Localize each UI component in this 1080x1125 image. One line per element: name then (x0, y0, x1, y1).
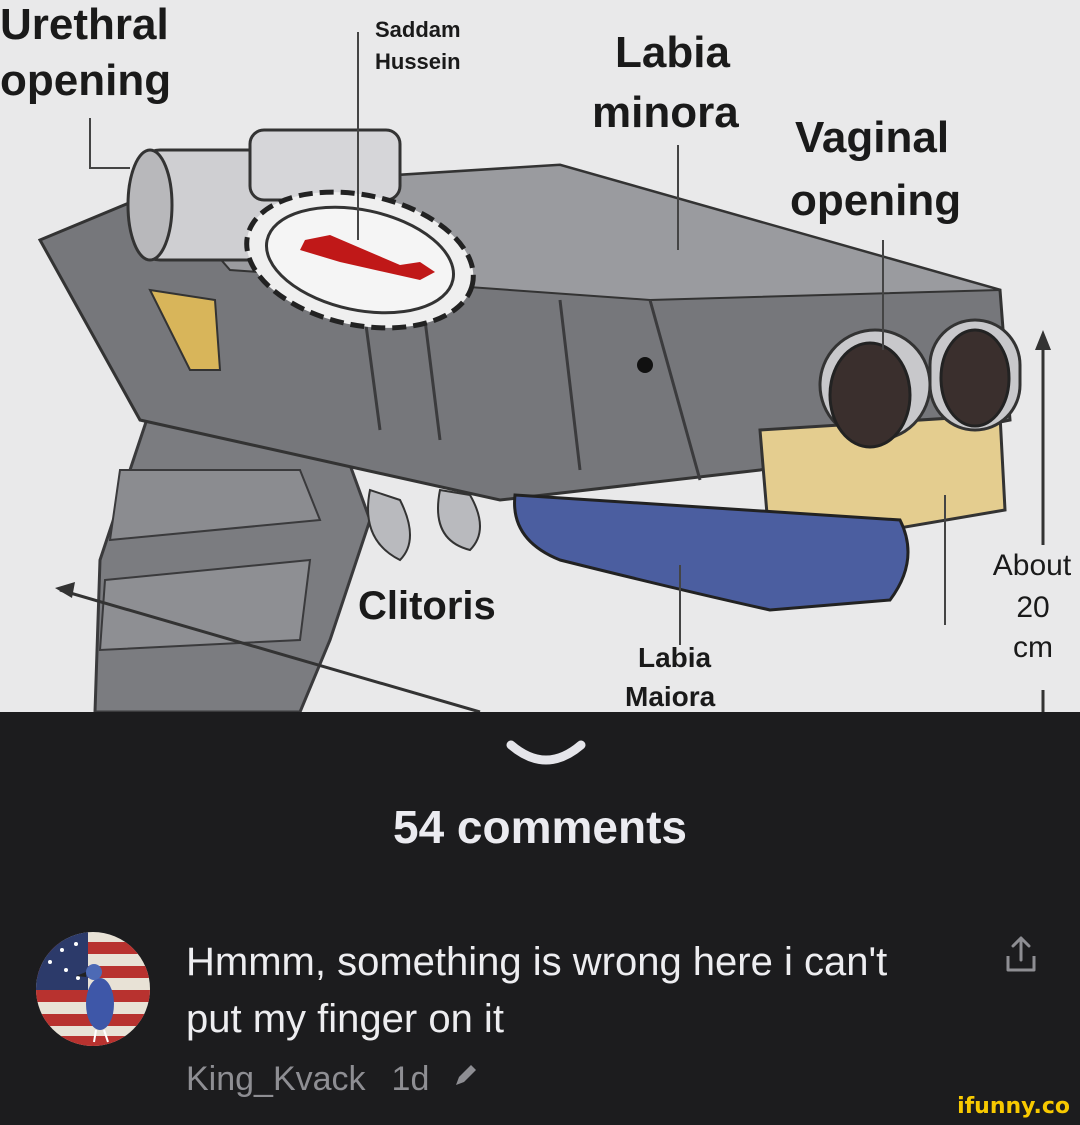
comment-time: 1d (391, 1060, 430, 1098)
label-size-2: 20 (1016, 591, 1050, 624)
gun-diagram (37, 32, 1051, 712)
label-clitoris: Clitoris (358, 584, 496, 628)
comment-author[interactable]: King_Kvack (186, 1060, 366, 1099)
label-saddam-1: Saddam (375, 17, 461, 42)
share-icon[interactable] (1000, 934, 1042, 976)
watermark: ifunny.co (957, 1094, 1070, 1119)
label-size-1: About (992, 549, 1072, 582)
avatar[interactable] (36, 932, 150, 1046)
meme-image: Urethral opening Saddam Hussein Labia mi… (0, 0, 1080, 712)
label-vaginal-2: opening (790, 176, 962, 225)
label-size-3: cm (1013, 631, 1053, 664)
label-saddam-2: Hussein (375, 49, 461, 74)
label-vaginal-1: Vaginal (795, 113, 950, 162)
comment-meta: King_Kvack 1d (186, 1060, 481, 1099)
comments-count[interactable]: 54 comments (0, 800, 1080, 854)
label-labia-maiora-2: Maiora (625, 681, 716, 712)
chevron-down-icon[interactable] (505, 735, 587, 775)
label-urethral-1: Urethral (0, 0, 169, 49)
pencil-icon (451, 1060, 481, 1099)
label-urethral-2: opening (0, 56, 172, 105)
comment-text: Hmmm, something is wrong here i can't pu… (186, 940, 888, 1041)
label-labia-maiora-1: Labia (638, 642, 712, 673)
label-labia-minora-1: Labia (615, 28, 730, 77)
label-labia-minora-2: minora (592, 88, 739, 137)
flag-duck-avatar (36, 932, 150, 1046)
